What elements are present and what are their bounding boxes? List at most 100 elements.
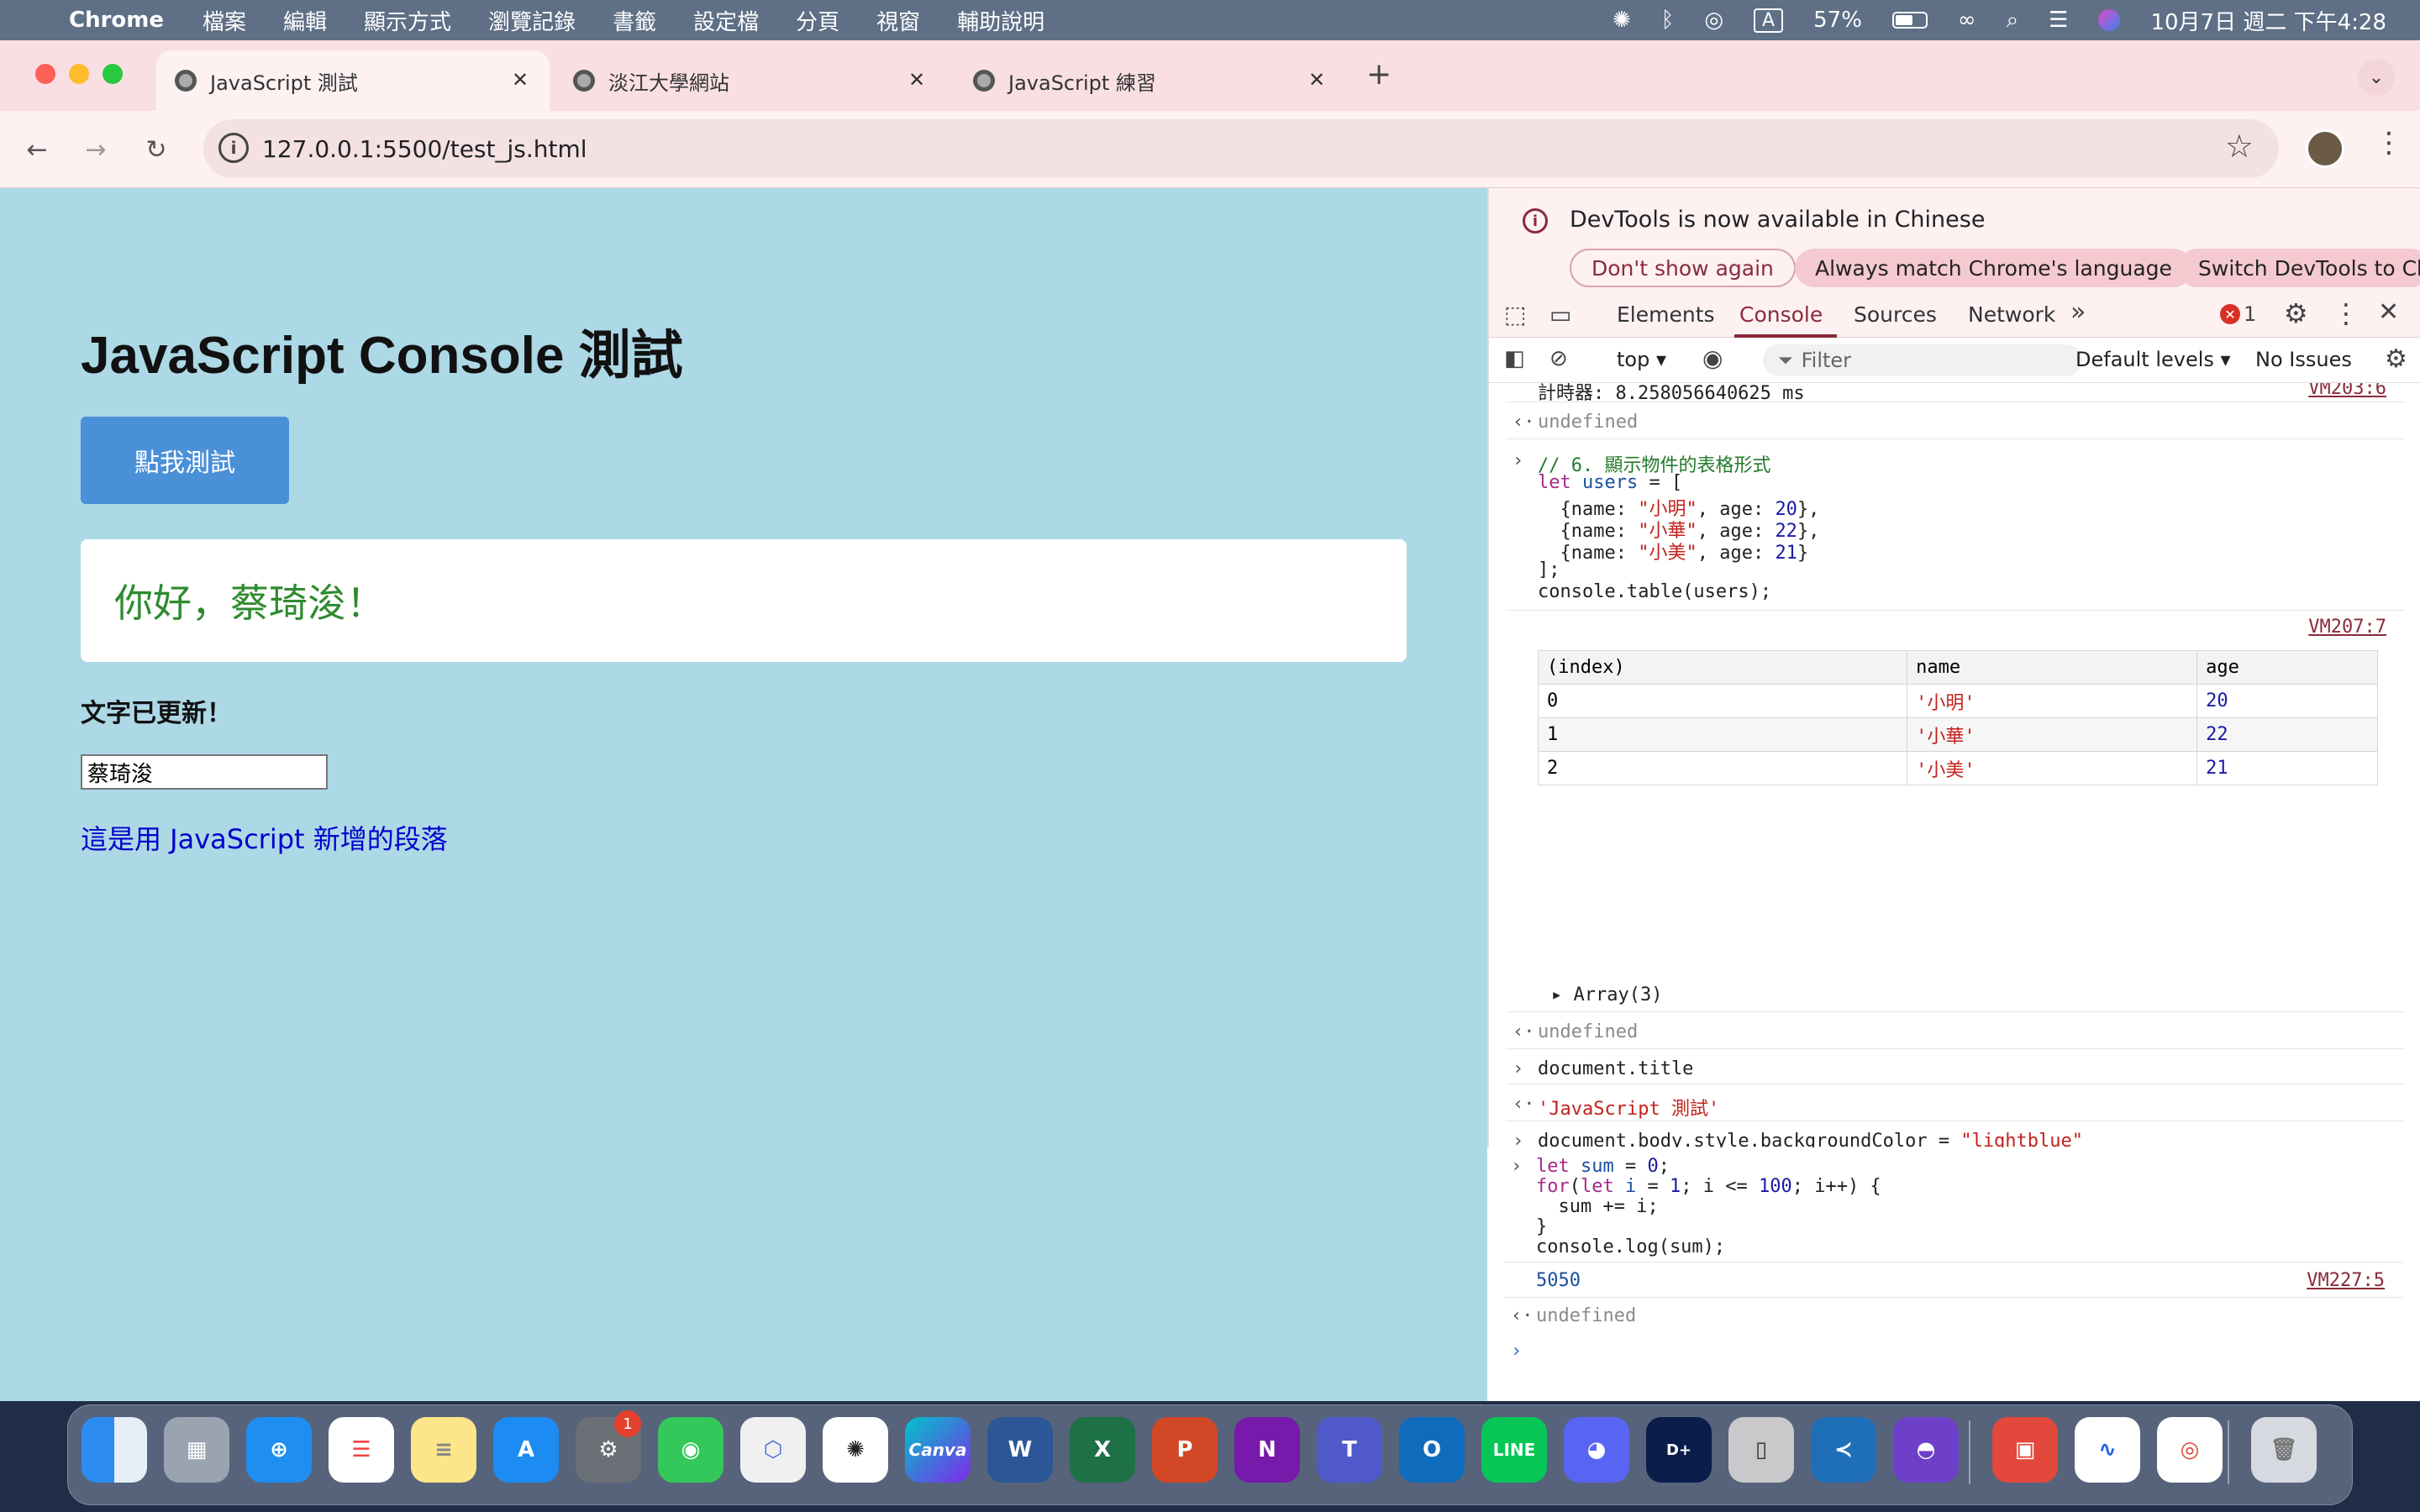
- menu-view[interactable]: 顯示方式: [364, 5, 451, 36]
- chrome-menu-icon[interactable]: ⋮: [2375, 126, 2403, 160]
- discord-icon[interactable]: ◕: [1564, 1417, 1629, 1483]
- outlook-icon[interactable]: O: [1399, 1417, 1465, 1483]
- disney-plus-icon[interactable]: D+: [1646, 1417, 1712, 1483]
- menu-profiles[interactable]: 設定檔: [693, 5, 759, 36]
- app-store-icon[interactable]: A: [493, 1417, 559, 1483]
- input-source-icon[interactable]: A: [1754, 8, 1784, 33]
- bookmark-star-icon[interactable]: ☆: [2225, 128, 2254, 165]
- safari-icon[interactable]: ⊕: [246, 1417, 312, 1483]
- table-header[interactable]: name: [1907, 650, 2198, 685]
- teams-icon[interactable]: T: [1317, 1417, 1382, 1483]
- more-tabs-icon[interactable]: »: [2070, 297, 2086, 327]
- notes-icon[interactable]: ≡: [411, 1417, 476, 1483]
- tab-console[interactable]: Console: [1739, 302, 1823, 327]
- find-my-icon[interactable]: ◉: [658, 1417, 723, 1483]
- filter-input[interactable]: ⏷ Filter: [1763, 344, 2082, 376]
- test-button[interactable]: 點我測試: [81, 417, 289, 504]
- reload-icon[interactable]: ↻: [138, 131, 175, 168]
- forward-icon[interactable]: →: [77, 131, 114, 168]
- clear-console-icon[interactable]: ⊘: [1549, 346, 1568, 371]
- openai-icon[interactable]: ✺: [1612, 8, 1631, 33]
- canva-icon[interactable]: Canva: [905, 1417, 971, 1483]
- tab-tku-site[interactable]: 淡江大學網站 ✕: [555, 50, 946, 111]
- console-prompt-icon[interactable]: ›: [1511, 1341, 1522, 1362]
- sidebar-toggle-icon[interactable]: ◧: [1504, 346, 1525, 371]
- code-line: console.log(sum);: [1536, 1236, 1726, 1257]
- onenote-icon[interactable]: N: [1234, 1417, 1300, 1483]
- excel-icon[interactable]: X: [1070, 1417, 1135, 1483]
- powerpoint-icon[interactable]: P: [1152, 1417, 1218, 1483]
- divider: [1504, 1262, 2403, 1263]
- control-center-icon[interactable]: ☰: [2049, 8, 2068, 33]
- context-select[interactable]: top ▾: [1617, 348, 1666, 371]
- tab-javascript-test[interactable]: JavaScript 測試 ✕: [156, 50, 550, 111]
- launchpad-icon[interactable]: ▦: [164, 1417, 229, 1483]
- log-levels-select[interactable]: Default levels ▾: [2075, 348, 2231, 371]
- inspect-element-icon[interactable]: ⬚: [1504, 301, 1526, 328]
- error-icon[interactable]: ✕: [2220, 304, 2240, 324]
- close-tab-icon[interactable]: ✕: [1302, 66, 1331, 94]
- menu-edit[interactable]: 編輯: [283, 5, 327, 36]
- tab-network[interactable]: Network: [1968, 302, 2055, 327]
- word-icon[interactable]: W: [987, 1417, 1053, 1483]
- freeform-icon[interactable]: ∿: [2075, 1417, 2140, 1483]
- virtualbox-icon[interactable]: ⬡: [740, 1417, 806, 1483]
- airdrop-icon[interactable]: ◎: [1704, 8, 1723, 33]
- menu-help[interactable]: 輔助說明: [957, 5, 1044, 36]
- tab-javascript-practice[interactable]: JavaScript 練習 ✕: [955, 50, 1346, 111]
- tab-sources[interactable]: Sources: [1854, 302, 1937, 327]
- globe-icon: [973, 70, 995, 92]
- menu-tab[interactable]: 分頁: [796, 5, 839, 36]
- menu-app-name[interactable]: Chrome: [69, 8, 164, 33]
- settings-gear-icon[interactable]: ⚙: [2284, 297, 2308, 329]
- trash-icon[interactable]: 🗑: [2251, 1417, 2317, 1483]
- tab-search-icon[interactable]: ⌄: [2358, 59, 2395, 96]
- bluetooth-icon[interactable]: ᛒ: [1661, 8, 1675, 33]
- issues-counter[interactable]: No Issues: [2255, 348, 2352, 371]
- table-header[interactable]: (index): [1537, 650, 1908, 685]
- reminders-icon[interactable]: ☰: [329, 1417, 394, 1483]
- new-tab-button[interactable]: +: [1366, 57, 1392, 92]
- battery-percent[interactable]: 57%: [1813, 8, 1862, 33]
- profile-avatar[interactable]: [2306, 129, 2344, 168]
- clock-datetime[interactable]: 10月7日 週二 下午4:28: [2150, 5, 2386, 36]
- chatgpt-icon[interactable]: ✺: [823, 1417, 888, 1483]
- site-info-icon[interactable]: i: [218, 133, 249, 163]
- link-icon[interactable]: ∞: [1958, 8, 1976, 33]
- always-match-language-button[interactable]: Always match Chrome's language: [1795, 249, 2192, 287]
- source-link[interactable]: VM207:7: [2308, 617, 2386, 638]
- menu-file[interactable]: 檔案: [203, 5, 246, 36]
- close-tab-icon[interactable]: ✕: [506, 66, 534, 94]
- dont-show-again-button[interactable]: Don't show again: [1570, 249, 1796, 287]
- vscode-icon[interactable]: ≺: [1811, 1417, 1876, 1483]
- menu-history[interactable]: 瀏覽記錄: [488, 5, 576, 36]
- search-icon[interactable]: ⌕: [2007, 8, 2019, 34]
- console-settings-icon[interactable]: ⚙: [2385, 344, 2407, 374]
- source-link[interactable]: VM227:5: [2307, 1270, 2385, 1291]
- minimize-window-button[interactable]: [69, 64, 89, 84]
- switch-devtools-language-button[interactable]: Switch DevTools to Chi: [2178, 249, 2420, 287]
- line-icon[interactable]: LINE: [1481, 1417, 1547, 1483]
- chrome-icon[interactable]: ◎: [2157, 1417, 2223, 1483]
- table-header[interactable]: age: [2196, 650, 2378, 685]
- name-input[interactable]: 蔡琦浚: [81, 754, 328, 790]
- device-toolbar-icon[interactable]: ▭: [1549, 301, 1571, 328]
- tab-elements[interactable]: Elements: [1617, 302, 1715, 327]
- github-desktop-icon[interactable]: ◓: [1893, 1417, 1959, 1483]
- live-expression-eye-icon[interactable]: ◉: [1702, 344, 1723, 372]
- menu-bookmarks[interactable]: 書籤: [613, 5, 656, 36]
- close-window-button[interactable]: [35, 64, 55, 84]
- devtools-menu-icon[interactable]: ⋮: [2333, 297, 2360, 329]
- maximize-window-button[interactable]: [103, 64, 123, 84]
- iphone-mirroring-icon[interactable]: ▯: [1728, 1417, 1794, 1483]
- source-link[interactable]: VM203:6: [2308, 383, 2386, 399]
- siri-icon[interactable]: [2098, 9, 2121, 31]
- error-count[interactable]: 1: [2244, 302, 2256, 326]
- address-bar[interactable]: i 127.0.0.1:5500/test_js.html ☆: [203, 119, 2279, 178]
- finder-icon[interactable]: [82, 1417, 147, 1483]
- back-icon[interactable]: ←: [18, 131, 55, 168]
- close-tab-icon[interactable]: ✕: [902, 66, 931, 94]
- close-devtools-icon[interactable]: ✕: [2378, 297, 2399, 327]
- photo-booth-icon[interactable]: ▣: [1992, 1417, 2058, 1483]
- menu-window[interactable]: 視窗: [876, 5, 920, 36]
